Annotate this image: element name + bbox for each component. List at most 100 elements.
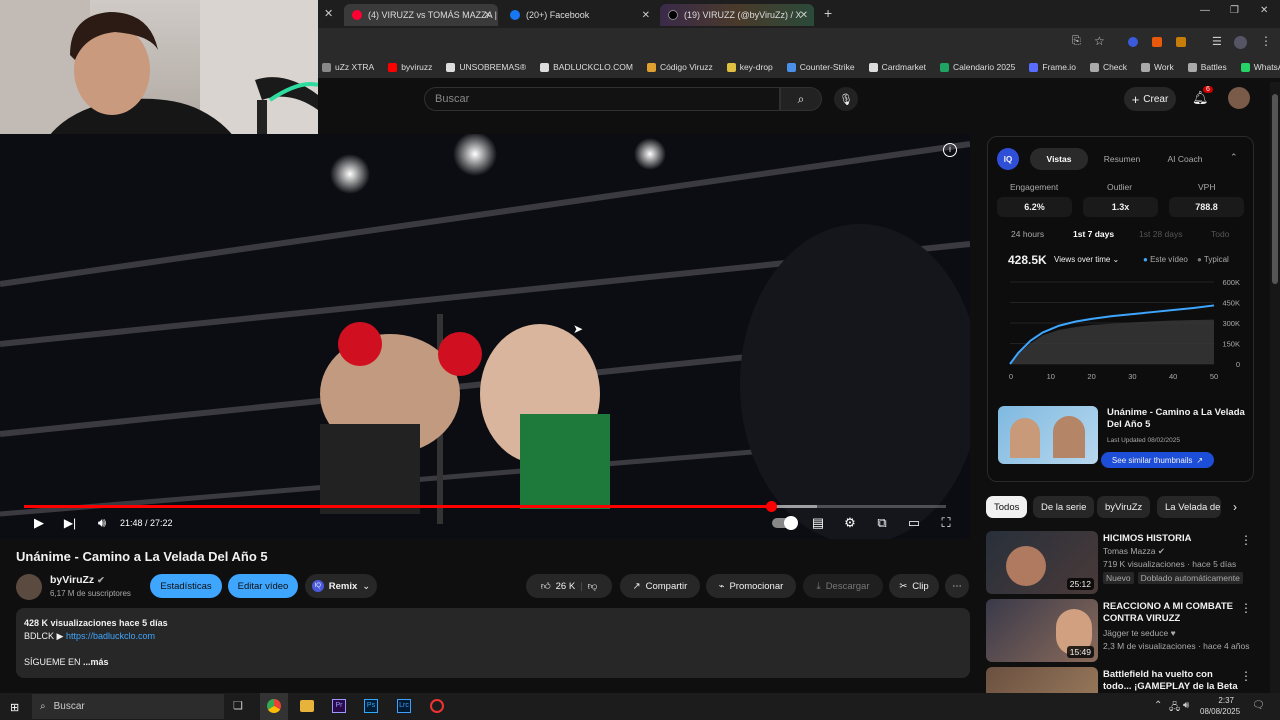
maximize-icon[interactable]: ❐: [1230, 5, 1239, 16]
autoplay-toggle[interactable]: [771, 513, 798, 533]
search-input[interactable]: Buscar: [424, 87, 780, 111]
views-mode-select[interactable]: Views over time ⌄: [1054, 255, 1119, 264]
dislike-icon[interactable]: 👎︎: [588, 580, 598, 592]
avatar[interactable]: [1228, 87, 1250, 109]
profile-icon[interactable]: [1234, 36, 1247, 49]
volume-icon[interactable]: 🔊︎: [93, 513, 111, 533]
bookmark-item[interactable]: UNSOBREMAS®: [446, 62, 526, 72]
chevron-right-icon[interactable]: ›: [1233, 500, 1237, 514]
windows-start-icon[interactable]: ⊞: [10, 701, 19, 714]
page-scrollbar[interactable]: [1270, 82, 1280, 693]
like-icon[interactable]: 👍︎: [541, 580, 551, 592]
bookmark-item[interactable]: BADLUCKCLO.COM: [540, 62, 633, 72]
create-button[interactable]: + Crear: [1124, 87, 1176, 111]
range-7d[interactable]: 1st 7 days: [1073, 229, 1114, 239]
next-icon[interactable]: ▶|: [61, 513, 79, 533]
taskbar-chrome[interactable]: [260, 693, 288, 720]
fullscreen-icon[interactable]: ⛶: [936, 513, 956, 533]
tab-facebook[interactable]: (20+) Facebook ✕: [502, 4, 656, 26]
more-actions-button[interactable]: ⋯: [945, 574, 969, 598]
notifications-icon[interactable]: 🗨︎: [1252, 700, 1265, 711]
clock[interactable]: 2:37 08/08/2025: [1200, 695, 1240, 717]
task-view-icon[interactable]: ❏: [233, 699, 243, 712]
show-more-link[interactable]: ...más: [83, 657, 109, 667]
miniplayer-icon[interactable]: ⧉: [872, 513, 892, 533]
related-video[interactable]: 25:12 HICIMOS HISTORIA Tomas Mazza ✔ 719…: [986, 531, 1256, 597]
range-28d[interactable]: 1st 28 days: [1139, 229, 1182, 239]
scrubber-handle[interactable]: [765, 501, 777, 512]
bookmark-item[interactable]: Cardmarket: [868, 62, 926, 72]
tab-close-icon[interactable]: ✕: [484, 10, 492, 21]
range-all[interactable]: Todo: [1211, 229, 1229, 239]
play-icon[interactable]: ▶: [30, 513, 48, 533]
video-thumbnail[interactable]: [998, 406, 1098, 464]
subtitles-icon[interactable]: ▤: [808, 513, 828, 533]
related-video[interactable]: Battlefield ha vuelto con todo... ¡GAMEP…: [986, 667, 1256, 693]
related-video[interactable]: 15:49 REACCIONO A MI COMBATE CONTRA VIRU…: [986, 599, 1256, 665]
related-thumbnail[interactable]: 15:49: [986, 599, 1098, 662]
chip-all[interactable]: Todos: [986, 496, 1028, 518]
sidebar-icon[interactable]: ☰: [1212, 35, 1222, 48]
tab-resumen[interactable]: Resumen: [1094, 148, 1150, 170]
bookmark-item[interactable]: Frame.io: [1029, 62, 1076, 72]
channel-name[interactable]: byViruZz ✔: [50, 574, 105, 586]
network-icon[interactable]: 🖧︎: [1169, 700, 1180, 717]
info-icon[interactable]: i: [943, 143, 957, 157]
related-thumbnail[interactable]: 25:12: [986, 531, 1098, 594]
install-icon[interactable]: ⎘: [1072, 35, 1081, 48]
lightroom-icon[interactable]: Lrc: [397, 699, 411, 713]
related-thumbnail[interactable]: [986, 667, 1098, 693]
description-link[interactable]: https://badluckclo.com: [66, 631, 155, 641]
tab-close-icon[interactable]: ✕: [642, 10, 650, 21]
tab-close-icon[interactable]: ✕: [800, 10, 808, 21]
bookmark-item[interactable]: Check: [1089, 62, 1127, 72]
more-icon[interactable]: ⋮: [1240, 669, 1252, 683]
similar-thumbnails-button[interactable]: See similar thumbnails ↗: [1101, 452, 1214, 468]
range-24h[interactable]: 24 hours: [1011, 229, 1044, 239]
tab-vistas[interactable]: Vistas: [1030, 148, 1088, 170]
mic-button[interactable]: 🎙: [834, 87, 858, 111]
chip-series[interactable]: De la serie: [1033, 496, 1095, 518]
bookmark-item[interactable]: Work: [1141, 62, 1174, 72]
theater-icon[interactable]: ▭: [904, 513, 924, 533]
channel-avatar[interactable]: [16, 574, 42, 600]
more-icon[interactable]: ⋮: [1240, 601, 1252, 615]
search-button[interactable]: ⌕: [780, 87, 822, 111]
bookmark-item[interactable]: Counter-Strike: [786, 62, 855, 72]
bookmark-item[interactable]: byviruzz: [388, 62, 432, 72]
chip-channel[interactable]: byViruZz: [1097, 496, 1151, 518]
obs-icon[interactable]: [430, 699, 444, 713]
extension-icon[interactable]: [1128, 37, 1138, 47]
premiere-icon[interactable]: Pr: [332, 699, 346, 713]
promote-button[interactable]: ⌁ Promocionar: [706, 574, 796, 598]
minimize-icon[interactable]: —: [1200, 5, 1210, 16]
progress-bar[interactable]: [24, 501, 946, 512]
extension-icon[interactable]: [1176, 37, 1186, 47]
extension-icon[interactable]: [1152, 37, 1162, 47]
tray-chevron-icon[interactable]: ⌃: [1154, 700, 1162, 711]
settings-icon[interactable]: ⚙: [840, 513, 860, 533]
bookmark-item[interactable]: WhatsApp: [1240, 62, 1280, 72]
more-icon[interactable]: ⋮: [1240, 533, 1252, 547]
bookmark-item[interactable]: uZz XTRA: [322, 62, 374, 72]
collapse-icon[interactable]: ⌃: [1230, 152, 1238, 163]
taskbar-search[interactable]: ⌕ Buscar: [32, 694, 224, 719]
tab-x[interactable]: (19) VIRUZZ (@byViruZz) / X ✕: [660, 4, 814, 26]
download-button[interactable]: ⤓ Descargar: [803, 574, 883, 598]
stats-button[interactable]: Estadísticas: [150, 574, 222, 598]
photoshop-icon[interactable]: Ps: [364, 699, 378, 713]
new-tab-button[interactable]: +: [824, 5, 832, 21]
bookmark-item[interactable]: key-drop: [726, 62, 773, 72]
share-button[interactable]: ↗ Compartir: [620, 574, 700, 598]
description-box[interactable]: 428 K visualizaciones hace 5 días BDLCK …: [16, 608, 970, 678]
tab-ai-coach[interactable]: AI Coach: [1156, 148, 1214, 170]
remix-button[interactable]: IQ Remix ⌄: [305, 574, 377, 598]
close-icon[interactable]: ✕: [324, 7, 333, 20]
window-close-icon[interactable]: ✕: [1260, 5, 1268, 16]
bookmark-item[interactable]: Battles: [1187, 62, 1227, 72]
chip-velada[interactable]: La Velada de: [1157, 496, 1221, 518]
file-explorer-icon[interactable]: [300, 700, 314, 712]
bookmark-item[interactable]: Calendario 2025: [940, 62, 1015, 72]
edit-video-button[interactable]: Editar vídeo: [228, 574, 298, 598]
clip-button[interactable]: ✂ Clip: [889, 574, 939, 598]
